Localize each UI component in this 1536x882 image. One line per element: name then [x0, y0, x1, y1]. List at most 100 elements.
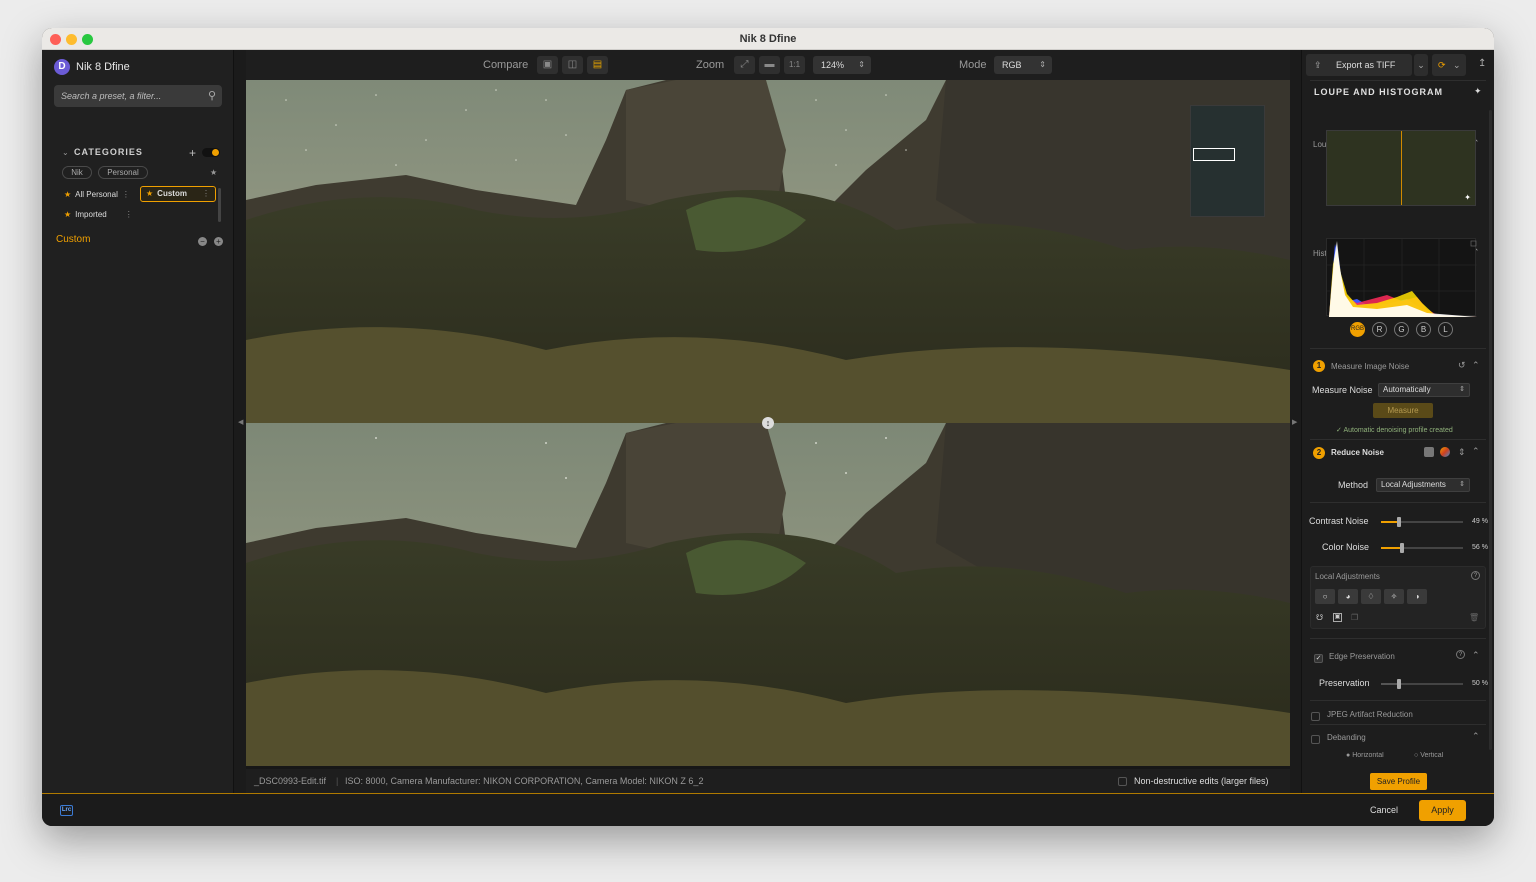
- mode-value: RGB: [1002, 60, 1022, 70]
- preview-before[interactable]: [246, 80, 1290, 423]
- mask-view-icon[interactable]: ▣: [1333, 613, 1342, 622]
- preset-all-personal[interactable]: ★ All Personal ⋮: [64, 187, 130, 203]
- debanding-option-vertical[interactable]: ○ Vertical: [1414, 752, 1443, 759]
- mask-icon[interactable]: [1424, 447, 1434, 457]
- lasso-tool-icon[interactable]: ♢: [1361, 589, 1381, 604]
- categories-toggle[interactable]: [202, 148, 220, 157]
- preset-custom[interactable]: ★ Custom ⋮: [140, 186, 216, 202]
- loupe-preview[interactable]: ✦: [1326, 130, 1476, 206]
- filter-pill-nik[interactable]: Nik: [62, 166, 92, 179]
- measure-noise-select[interactable]: Automatically ⇕: [1378, 383, 1470, 397]
- export-options-chevron-icon[interactable]: ⌄: [1414, 54, 1428, 76]
- chevron-up-icon[interactable]: ⌃: [1472, 650, 1480, 661]
- debanding-option-horizontal[interactable]: ● Horizontal: [1346, 752, 1384, 759]
- method-label: Method: [1338, 480, 1369, 490]
- custom-section-title[interactable]: Custom: [56, 234, 90, 245]
- channel-g-button[interactable]: G: [1394, 322, 1409, 337]
- more-icon[interactable]: ⋮: [125, 207, 133, 223]
- split-divider-handle[interactable]: ↕: [762, 417, 774, 429]
- search-placeholder: Search a preset, a filter...: [61, 91, 162, 101]
- add-category-icon[interactable]: +: [189, 146, 196, 160]
- edge-preservation-label: Edge Preservation: [1329, 652, 1395, 661]
- color-tool-icon[interactable]: ◑: [1407, 589, 1427, 604]
- help-icon[interactable]: ?: [1456, 650, 1465, 659]
- zoom-window-button[interactable]: [82, 34, 93, 45]
- chevron-down-icon[interactable]: ⌄: [62, 148, 69, 157]
- debanding-checkbox[interactable]: [1311, 731, 1320, 749]
- collapse-left-icon[interactable]: ◀: [238, 418, 243, 426]
- help-icon[interactable]: ?: [1471, 571, 1480, 580]
- filter-pill-personal[interactable]: Personal: [98, 166, 148, 179]
- histogram-chart: [1326, 238, 1477, 317]
- channel-b-button[interactable]: B: [1416, 322, 1431, 337]
- trash-icon[interactable]: 🗑: [1469, 613, 1479, 622]
- more-icon[interactable]: ⋮: [202, 186, 210, 202]
- minimize-window-button[interactable]: [66, 34, 77, 45]
- chevron-up-icon[interactable]: ⌃: [1472, 731, 1480, 742]
- contrast-noise-slider[interactable]: [1381, 517, 1463, 527]
- stepper-icon: ⇕: [1039, 60, 1046, 69]
- jpeg-artifact-label: JPEG Artifact Reduction: [1327, 710, 1413, 719]
- mode-select[interactable]: RGB ⇕: [994, 56, 1052, 74]
- landscape-photo-before: [246, 80, 1290, 423]
- zoom-one-to-one-button[interactable]: 1:1: [784, 56, 805, 74]
- luminosity-tool-icon[interactable]: ✧: [1384, 589, 1404, 604]
- search-icon[interactable]: ⚲: [208, 85, 216, 107]
- denoise-status-text: Automatic denoising profile created: [1343, 427, 1453, 434]
- channel-l-button[interactable]: L: [1438, 322, 1453, 337]
- method-select[interactable]: Local Adjustments ⇕: [1376, 478, 1470, 492]
- channel-r-button[interactable]: R: [1372, 322, 1387, 337]
- pin-icon[interactable]: ✦: [1464, 193, 1471, 202]
- step2-badge: 2: [1313, 447, 1325, 459]
- more-icon[interactable]: ⋮: [122, 187, 130, 203]
- compare-label: Compare: [483, 59, 529, 71]
- export-button[interactable]: ⇪ Export as TIFF: [1306, 54, 1412, 76]
- preset-scrollbar[interactable]: [218, 188, 221, 222]
- zoom-fill-icon[interactable]: ▬: [759, 56, 780, 74]
- preservation-slider[interactable]: [1381, 679, 1463, 689]
- save-profile-button[interactable]: Save Profile: [1370, 773, 1427, 790]
- stepper-icon: ⇕: [1459, 481, 1465, 488]
- compare-single-icon[interactable]: ▣: [537, 56, 558, 74]
- cancel-button[interactable]: Cancel: [1370, 805, 1398, 815]
- history-menu-button[interactable]: ⟳ ⌄: [1432, 54, 1466, 76]
- apply-button[interactable]: Apply: [1419, 800, 1466, 821]
- navigator-viewport-rect[interactable]: [1193, 148, 1235, 161]
- chevron-up-icon[interactable]: ⌃: [1472, 360, 1480, 371]
- collapse-right-icon[interactable]: ▶: [1292, 418, 1297, 426]
- debanding-label: Debanding: [1327, 733, 1366, 742]
- chevron-up-icon[interactable]: ⌃: [1472, 446, 1480, 457]
- search-input[interactable]: Search a preset, a filter... ⚲: [54, 85, 222, 107]
- remove-icon[interactable]: −: [198, 237, 207, 246]
- close-window-button[interactable]: [50, 34, 61, 45]
- step2-title: Reduce Noise: [1331, 448, 1384, 457]
- brush-tool-icon[interactable]: ◕: [1338, 589, 1358, 604]
- collapse-panel-icon[interactable]: ↥: [1478, 58, 1486, 69]
- measure-noise-value: Automatically: [1383, 385, 1431, 394]
- panel-scrollbar[interactable]: [1489, 110, 1492, 750]
- compare-split-horizontal-icon[interactable]: ▤: [587, 56, 608, 74]
- share-icon: ⇪: [1314, 60, 1322, 70]
- duplicate-icon[interactable]: ❐: [1351, 613, 1358, 622]
- add-icon[interactable]: +: [214, 237, 223, 246]
- radial-gradient-tool-icon[interactable]: ○: [1315, 589, 1335, 604]
- zoom-fit-icon[interactable]: ⤢: [734, 56, 755, 74]
- navigator-thumbnail[interactable]: [1190, 105, 1265, 217]
- reset-icon[interactable]: ↺: [1458, 360, 1466, 371]
- nondestructive-checkbox[interactable]: [1118, 769, 1127, 793]
- method-value: Local Adjustments: [1381, 480, 1446, 489]
- preview-after[interactable]: [246, 423, 1290, 766]
- zoom-select[interactable]: 124% ⇕: [813, 56, 871, 74]
- stepper-icon[interactable]: ⇕: [1458, 447, 1466, 458]
- compare-side-by-side-icon[interactable]: ◫: [562, 56, 583, 74]
- color-wheel-icon[interactable]: [1440, 447, 1450, 457]
- channel-rgb-button[interactable]: RGB: [1350, 322, 1365, 337]
- favorite-star-icon[interactable]: ★: [210, 168, 217, 177]
- measure-button[interactable]: Measure: [1373, 403, 1433, 418]
- preset-imported[interactable]: ★ Imported ⋮: [64, 207, 133, 223]
- measure-noise-label: Measure Noise: [1312, 385, 1373, 395]
- edge-preservation-checkbox[interactable]: ✓: [1314, 650, 1323, 668]
- pin-icon[interactable]: ✦: [1474, 86, 1482, 97]
- link-icon[interactable]: ☋: [1316, 613, 1323, 622]
- color-noise-slider[interactable]: [1381, 543, 1463, 553]
